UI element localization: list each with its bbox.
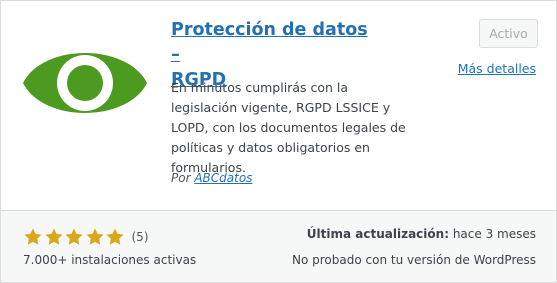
star-icon <box>65 228 83 245</box>
plugin-description: En minutos cumplirás con la legislación … <box>171 80 406 175</box>
eye-icon[interactable] <box>21 19 149 147</box>
compatibility-notice: No probado con tu versión de WordPress <box>292 253 536 267</box>
last-updated-label: Última actualización: <box>306 227 449 241</box>
last-updated: Última actualización: hace 3 meses <box>307 227 536 241</box>
star-icon <box>106 228 124 245</box>
plugin-card: Protección de datos – RGPD En minutos cu… <box>0 0 557 283</box>
star-icon <box>45 228 62 245</box>
more-details-link[interactable]: Más detalles <box>458 61 536 76</box>
plugin-card-bottom: (5) 7.000+ instalaciones activas Última … <box>1 210 556 282</box>
plugin-author: Por ABCdatos <box>171 171 252 185</box>
star-rating: (5) <box>23 227 149 247</box>
plugin-card-top: Protección de datos – RGPD En minutos cu… <box>1 1 556 210</box>
author-prefix: Por <box>171 171 191 185</box>
active-status-button[interactable]: Activo <box>479 19 538 48</box>
author-link[interactable]: ABCdatos <box>194 171 252 185</box>
star-icon <box>24 228 42 245</box>
rating-count: (5) <box>131 230 149 244</box>
star-icon <box>86 228 103 245</box>
last-updated-value: hace 3 meses <box>452 227 536 241</box>
plugin-title-line1[interactable]: Protección de datos – <box>171 20 368 65</box>
active-installs: 7.000+ instalaciones activas <box>23 253 197 267</box>
